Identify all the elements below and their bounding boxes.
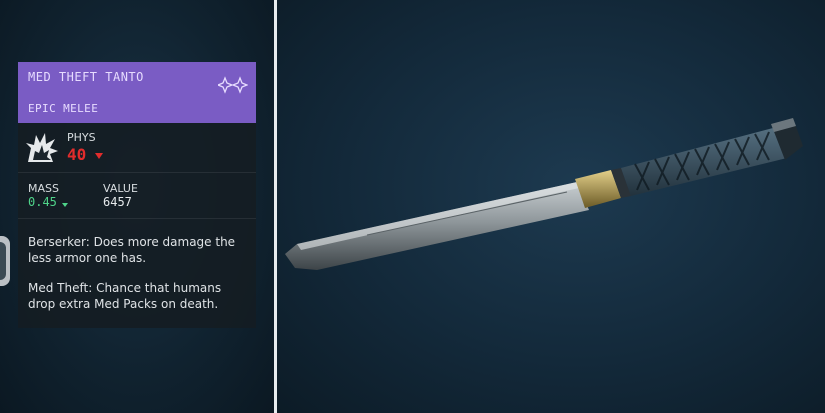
- item-name: MED THEFT TANTO: [28, 70, 144, 84]
- explosion-icon: [26, 133, 58, 162]
- inspect-panel: MED THEFT TANTO EPIC MELEE PHYS 40 MASS …: [0, 0, 274, 413]
- item-card: MED THEFT TANTO EPIC MELEE PHYS 40 MASS …: [18, 62, 256, 328]
- effect-description: Med Theft: Chance that humans drop extra…: [28, 281, 222, 311]
- phys-label: PHYS: [67, 131, 96, 144]
- item-preview: [277, 0, 825, 413]
- phys-value: 40: [67, 145, 87, 164]
- item-rarity: EPIC MELEE: [28, 102, 99, 115]
- sparkle-icon: [218, 76, 248, 94]
- adjacent-item-thumbnail: [0, 236, 10, 286]
- down-triangle-icon: [95, 153, 103, 159]
- tanto-knife-model: [285, 118, 803, 270]
- phys-damage-row: PHYS 40: [18, 123, 256, 173]
- value-value: 6457: [103, 195, 132, 209]
- effect-description: Berserker: Does more damage the less arm…: [28, 235, 236, 265]
- item-card-header: MED THEFT TANTO EPIC MELEE: [18, 62, 256, 123]
- mass-value: 0.45: [28, 195, 57, 209]
- mass-value-row: MASS 0.45 VALUE 6457: [18, 173, 256, 219]
- down-triangle-icon: [62, 203, 68, 207]
- mass-label: MASS: [28, 182, 59, 195]
- item-effects: Berserker: Does more damage the less arm…: [18, 219, 256, 312]
- value-label: VALUE: [103, 182, 138, 195]
